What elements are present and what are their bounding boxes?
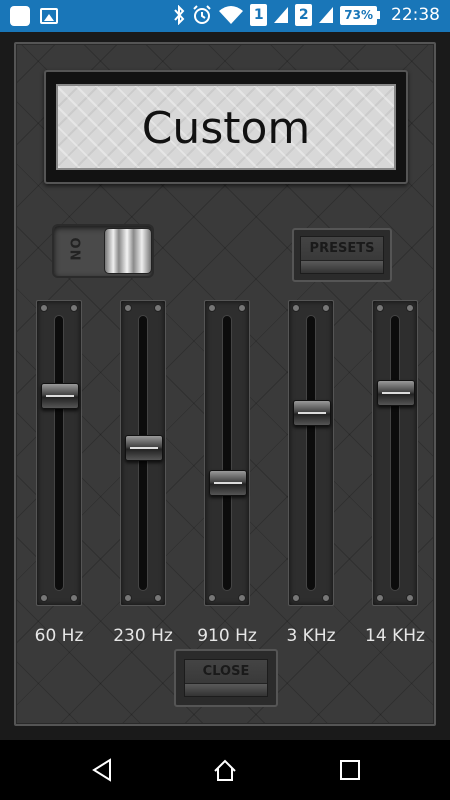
presets-button-label: PRESETS — [300, 236, 384, 274]
bluetooth-icon — [174, 5, 185, 25]
notification-square-icon — [10, 6, 30, 26]
screw — [40, 304, 48, 312]
eq-slider-track[interactable] — [222, 315, 232, 591]
equalizer-panel: Custom ON PRESETS 60 Hz 230 Hz 910 Hz 3 KHz… — [14, 42, 436, 726]
screw — [406, 594, 414, 602]
screw — [70, 594, 78, 602]
screw — [376, 594, 384, 602]
status-right: 1 2 73% 22:38 — [173, 4, 440, 26]
preset-display: Custom — [44, 70, 408, 184]
screw — [376, 304, 384, 312]
screw — [124, 304, 132, 312]
close-button[interactable]: CLOSE — [174, 649, 278, 707]
screw — [292, 594, 300, 602]
screw — [154, 304, 162, 312]
screw — [238, 304, 246, 312]
eq-band-label: 3 KHz — [286, 626, 336, 646]
sim2-badge: 2 — [295, 4, 313, 26]
screw — [292, 304, 300, 312]
eq-slider-knob[interactable] — [293, 400, 331, 426]
signal-icon — [274, 7, 289, 23]
battery-icon: 73% — [340, 5, 380, 25]
sim1-badge: 1 — [250, 4, 268, 26]
eq-slider-knob[interactable] — [41, 382, 79, 409]
eq-slider[interactable] — [120, 300, 166, 606]
eq-slider[interactable] — [36, 300, 82, 606]
recent-apps-icon[interactable] — [338, 758, 362, 782]
back-icon[interactable] — [90, 758, 114, 782]
screw — [124, 594, 132, 602]
navigation-bar — [0, 740, 450, 800]
screw — [322, 594, 330, 602]
status-bar: 1 2 73% 22:38 — [0, 0, 450, 32]
image-icon — [40, 8, 58, 24]
clock: 22:38 — [391, 5, 440, 25]
alarm-icon — [193, 5, 211, 24]
screw — [208, 304, 216, 312]
eq-slider-track[interactable] — [54, 315, 64, 591]
screw — [70, 304, 78, 312]
eq-band-label: 14 KHz — [365, 626, 425, 646]
eq-band-label: 60 Hz — [34, 626, 84, 646]
eq-slider[interactable] — [288, 300, 334, 606]
eq-slider-knob[interactable] — [377, 380, 415, 406]
eq-slider-knob[interactable] — [125, 435, 163, 461]
screw — [208, 594, 216, 602]
presets-button[interactable]: PRESETS — [292, 228, 392, 282]
preset-name: Custom — [141, 103, 311, 154]
power-toggle[interactable]: ON — [52, 224, 154, 278]
home-icon[interactable] — [213, 758, 237, 782]
eq-slider[interactable] — [204, 300, 250, 606]
eq-band-label: 230 Hz — [113, 626, 173, 646]
screw — [322, 304, 330, 312]
eq-slider[interactable] — [372, 300, 418, 606]
screw — [154, 594, 162, 602]
close-button-label: CLOSE — [184, 659, 268, 697]
eq-slider-knob[interactable] — [209, 470, 247, 496]
preset-display-screen: Custom — [56, 84, 396, 170]
signal-icon — [319, 7, 334, 23]
status-left — [10, 6, 58, 26]
screw — [238, 594, 246, 602]
eq-slider-track[interactable] — [390, 315, 400, 591]
screw — [40, 594, 48, 602]
battery-level: 73% — [340, 5, 377, 25]
power-toggle-knob[interactable] — [104, 228, 152, 274]
screw — [406, 304, 414, 312]
wifi-icon — [219, 6, 244, 24]
eq-band-label: 910 Hz — [197, 626, 257, 646]
eq-slider-track[interactable] — [306, 315, 316, 591]
power-toggle-label: ON — [66, 237, 82, 262]
battery-tip — [377, 11, 380, 19]
